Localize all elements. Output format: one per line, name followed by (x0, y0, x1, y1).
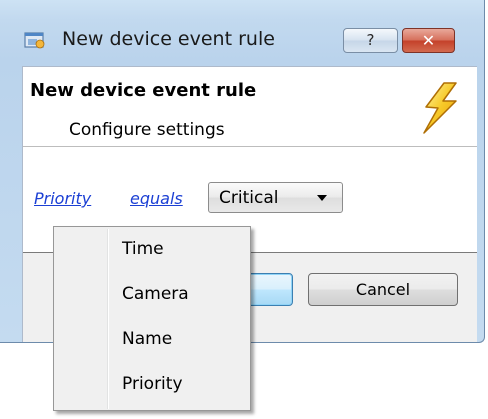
title-bar[interactable]: New device event rule ? ✕ (0, 0, 484, 60)
window-title: New device event rule (62, 28, 275, 50)
close-button[interactable]: ✕ (402, 28, 455, 53)
menu-item-priority[interactable]: Priority (56, 364, 248, 404)
field-link[interactable]: Priority (34, 189, 91, 208)
help-button[interactable]: ? (343, 28, 398, 53)
chevron-down-icon (317, 195, 327, 201)
background-area (313, 343, 488, 419)
menu-item-name[interactable]: Name (56, 319, 248, 359)
header-subtitle: Configure settings (69, 120, 225, 140)
menu-item-time[interactable]: Time (56, 229, 248, 269)
menu-item-camera[interactable]: Camera (56, 274, 248, 314)
value-select[interactable]: Critical (208, 182, 343, 213)
select-value: Critical (219, 188, 279, 208)
header-panel: New device event rule Configure settings (23, 67, 477, 147)
cancel-button[interactable]: Cancel (308, 273, 458, 306)
field-dropdown-menu: Time Camera Name Priority (53, 226, 251, 411)
lightning-icon (423, 82, 457, 134)
header-title: New device event rule (30, 80, 257, 101)
app-icon (24, 32, 45, 49)
operator-link[interactable]: equals (130, 189, 183, 208)
